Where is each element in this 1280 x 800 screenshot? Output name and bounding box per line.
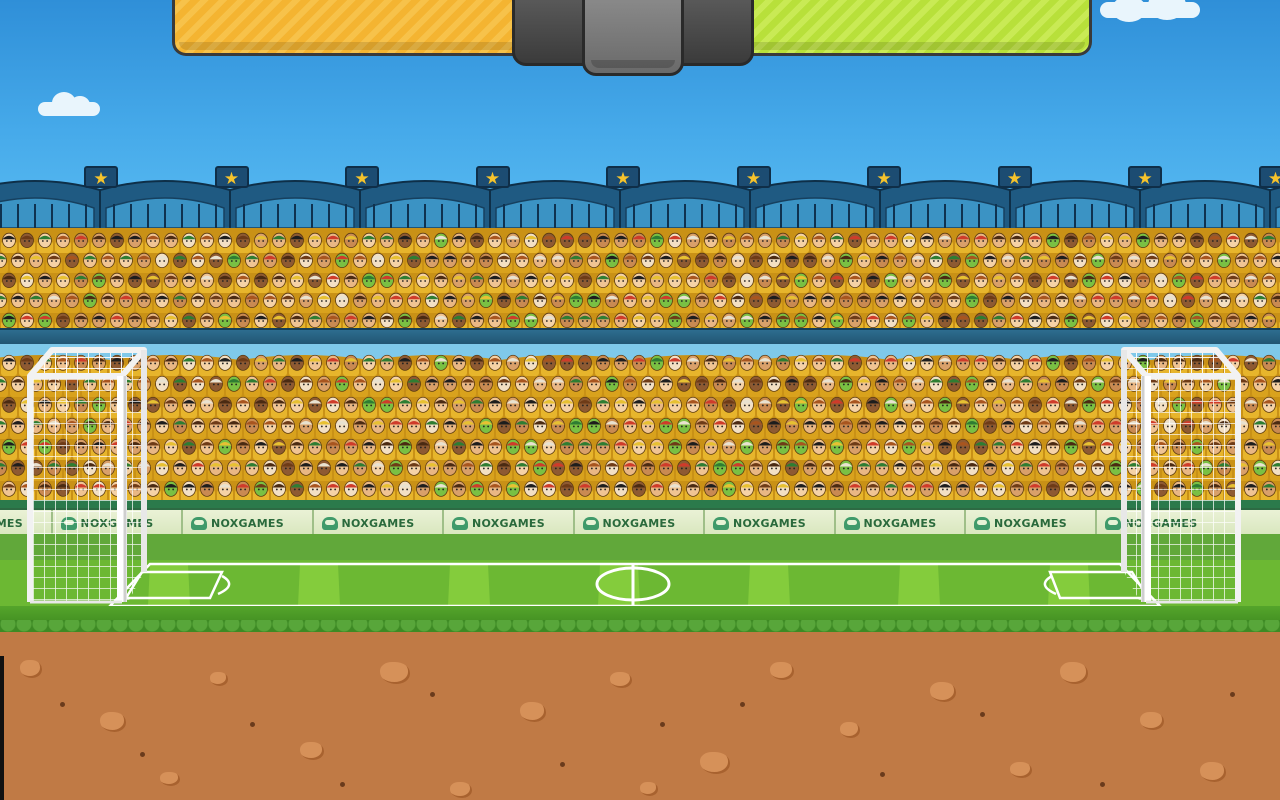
roof-star-icon: ★ bbox=[997, 166, 1032, 189]
dirt-pebble bbox=[980, 712, 985, 717]
dirt-rock bbox=[380, 662, 410, 684]
cloud-left bbox=[38, 92, 100, 116]
ad-board-noxgames: NOXGAMES bbox=[191, 514, 284, 532]
ad-board-label: NOXGAMES bbox=[602, 516, 676, 530]
dirt-rock bbox=[1140, 712, 1164, 730]
ad-board-noxgames: NOXGAMES bbox=[843, 514, 937, 532]
dirt-pebble bbox=[340, 782, 345, 787]
ad-board-noxgames: NOXGAMES bbox=[582, 514, 676, 532]
ad-board-label: NOXGAMES bbox=[863, 516, 937, 530]
dirt-edge-shadow bbox=[0, 656, 4, 800]
dirt-pebble bbox=[60, 702, 65, 707]
ad-board-noxgames: NOXGAMES bbox=[321, 514, 415, 532]
dirt-pebble bbox=[740, 702, 745, 707]
dirt-rock bbox=[840, 722, 860, 738]
dirt-rock bbox=[1060, 662, 1088, 684]
dirt-ground bbox=[0, 632, 1280, 800]
dirt-rock bbox=[20, 660, 42, 678]
dirt-rock bbox=[100, 712, 126, 732]
dirt-rock bbox=[610, 672, 632, 688]
player-left-power-bar bbox=[172, 0, 532, 56]
dirt-pebble bbox=[1230, 692, 1235, 697]
dirt-rock bbox=[1010, 762, 1032, 778]
left-goal bbox=[27, 347, 147, 604]
dirt-rock bbox=[640, 782, 658, 796]
roof-star-icon: ★ bbox=[867, 166, 901, 189]
noxgames-logo-icon bbox=[452, 516, 468, 530]
dirt-rock bbox=[700, 752, 730, 774]
noxgames-logo-icon bbox=[582, 516, 599, 530]
game-scene: ★ ★ ★ ★ ★ ★ ★ ★ ★ ★ NOXGAMES NOXGAMES NOXGAMES NOXGA… bbox=[0, 0, 1280, 800]
roof-star-icon: ★ bbox=[475, 166, 510, 189]
dirt-rock bbox=[450, 782, 472, 798]
dirt-rock bbox=[1200, 762, 1226, 782]
noxgames-logo-icon bbox=[713, 516, 729, 530]
ad-board-noxgames: NOXGAMES bbox=[974, 514, 1067, 532]
dirt-rock bbox=[770, 662, 794, 680]
dirt-rock bbox=[160, 772, 180, 786]
noxgames-logo-icon bbox=[191, 516, 207, 530]
lower-stand-crowd bbox=[0, 344, 1280, 502]
right-goal bbox=[1121, 347, 1241, 604]
player-right-power-bar bbox=[740, 0, 1092, 56]
ad-board-noxgames: NOXGAMES bbox=[0, 514, 23, 532]
dirt-rock bbox=[520, 702, 546, 722]
cloud-right bbox=[1100, 0, 1200, 22]
dirt-pebble bbox=[660, 722, 665, 727]
ad-board-noxgames: NOXGAMES bbox=[452, 514, 545, 532]
score-hub-center bbox=[582, 0, 684, 76]
roof-star-icon: ★ bbox=[214, 166, 249, 189]
roof-star-icon: ★ bbox=[1128, 166, 1162, 189]
dirt-rock bbox=[210, 672, 228, 686]
dirt-pebble bbox=[140, 752, 145, 757]
dirt-rock bbox=[300, 742, 324, 760]
dirt-pebble bbox=[1100, 782, 1105, 787]
ad-board-label: NOXGAMES bbox=[733, 516, 806, 530]
dirt-rock bbox=[930, 682, 956, 702]
roof-star-icon: ★ bbox=[736, 166, 771, 189]
noxgames-logo-icon bbox=[321, 516, 338, 530]
dirt-pebble bbox=[880, 772, 885, 777]
ad-board-noxgames: NOXGAMES bbox=[713, 514, 806, 532]
roof-star-icon: ★ bbox=[1258, 166, 1280, 189]
ad-board-label: NOXGAMES bbox=[472, 516, 545, 530]
ad-board-label: NOXGAMES bbox=[211, 516, 284, 530]
ad-board-label: NOXGAMES bbox=[994, 516, 1067, 530]
noxgames-logo-icon bbox=[843, 516, 860, 530]
ad-board-label: NOXGAMES bbox=[341, 516, 415, 530]
upper-stand-crowd bbox=[0, 228, 1280, 330]
dirt-pebble bbox=[430, 692, 435, 697]
soccer-pitch bbox=[0, 560, 1280, 608]
roof-star-icon: ★ bbox=[84, 166, 118, 189]
roof-star-icon: ★ bbox=[606, 166, 640, 189]
ad-board-label: NOXGAMES bbox=[0, 516, 23, 530]
roof-star-icon: ★ bbox=[345, 166, 379, 189]
dirt-pebble bbox=[560, 762, 565, 767]
noxgames-logo-icon bbox=[974, 516, 990, 530]
dirt-pebble bbox=[250, 722, 255, 727]
